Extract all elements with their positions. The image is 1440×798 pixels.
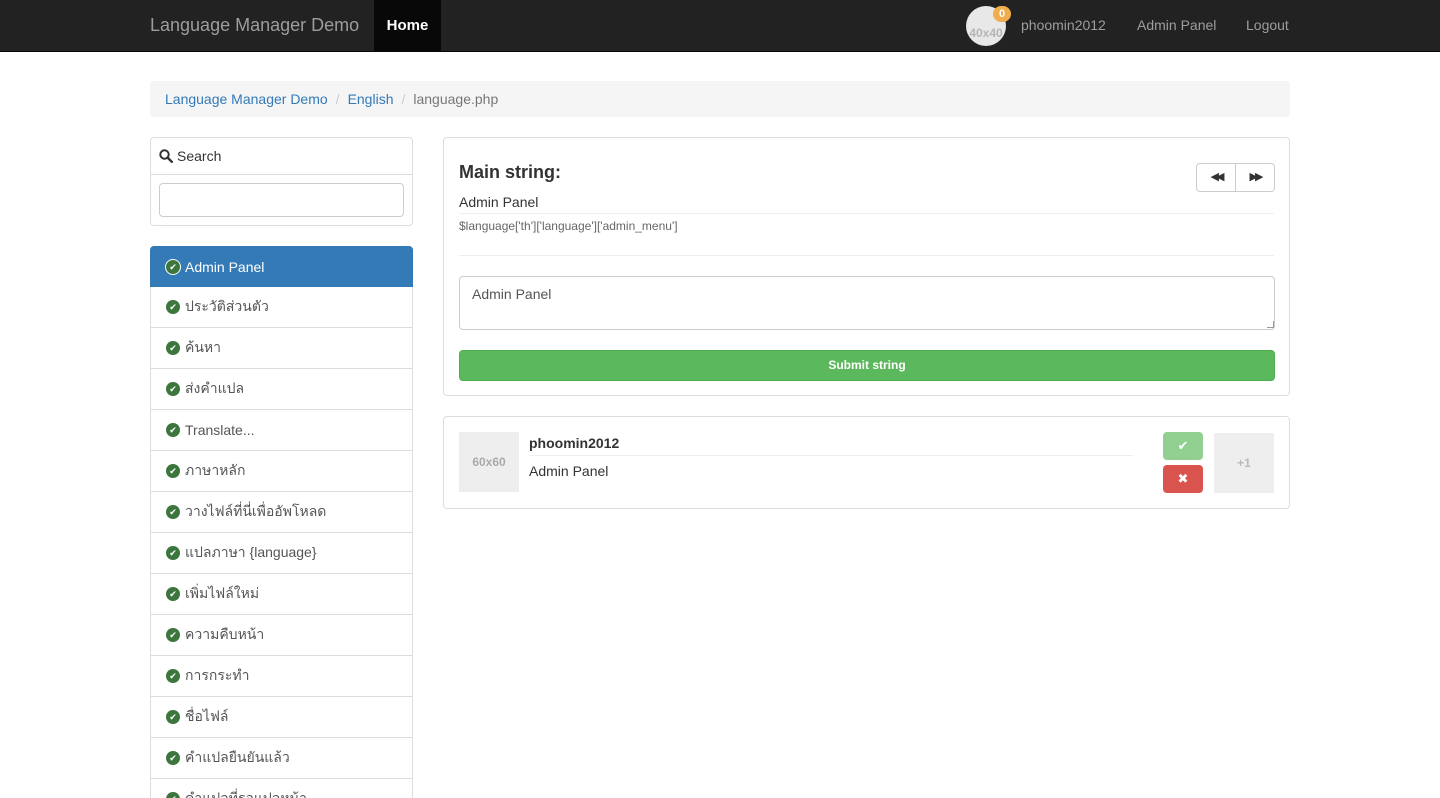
check-circle-icon: ✔ <box>166 669 180 683</box>
nav-logout[interactable]: Logout <box>1246 0 1289 51</box>
list-item[interactable]: ✔ ชื่อไฟล์ <box>150 697 413 738</box>
check-circle-icon: ✔ <box>166 423 180 437</box>
breadcrumb-item-project[interactable]: Language Manager Demo <box>165 91 328 107</box>
list-item[interactable]: ✔ คำแปลที่รอแปลหน้า <box>150 779 413 798</box>
translation-textarea[interactable]: Admin Panel <box>459 276 1275 330</box>
list-item[interactable]: ✔ การกระทำ <box>150 656 413 697</box>
list-item-label: วางไฟล์ที่นี่เพื่ออัพโหลด <box>185 503 327 519</box>
breadcrumb: Language Manager Demo / English / language.p… <box>150 81 1290 117</box>
list-item-label: คำแปลที่รอแปลหน้า <box>185 790 308 798</box>
divider <box>459 213 1274 214</box>
list-item-label: ประวัติส่วนตัว <box>185 298 269 314</box>
accept-suggestion-button[interactable]: ✔ <box>1163 432 1203 460</box>
list-item[interactable]: ✔ คำแปลยืนยันแล้ว <box>150 738 413 779</box>
previous-string-button[interactable]: ◀◀ <box>1196 163 1236 192</box>
string-list: ✔ Admin Panel ✔ ประวัติส่วนตัว ✔ ค้นหา ✔ ส่งคำแ… <box>150 246 413 798</box>
breadcrumb-item-language[interactable]: English <box>348 91 394 107</box>
main-string-panel: Main string: ◀◀ ▶▶ Admin Panel $language… <box>443 137 1290 396</box>
next-string-button[interactable]: ▶▶ <box>1236 163 1275 192</box>
list-item[interactable]: ✔ วางไฟล์ที่นี่เพื่ออัพโหลด <box>150 492 413 533</box>
check-circle-icon: ✔ <box>166 259 180 274</box>
suggestion-text: Admin Panel <box>529 463 609 479</box>
reject-suggestion-button[interactable]: ✖ <box>1163 465 1203 493</box>
list-item-label: การกระทำ <box>185 667 250 683</box>
suggestion-avatar: 60x60 <box>459 432 519 492</box>
close-icon: ✖ <box>1177 471 1189 486</box>
brand-link[interactable]: Language Manager Demo <box>150 0 359 51</box>
list-item[interactable]: ✔ ค้นหา <box>150 328 413 369</box>
string-navigation: ◀◀ ▶▶ <box>1196 163 1275 192</box>
divider <box>529 455 1133 456</box>
forward-icon: ▶▶ <box>1249 171 1264 183</box>
suggestion-username: phoomin2012 <box>529 435 620 451</box>
list-item[interactable]: ✔ ประวัติส่วนตัว <box>150 287 413 328</box>
suggestion-panel: 60x60 phoomin2012 Admin Panel ✔ ✖ +1 <box>443 416 1290 509</box>
check-circle-icon: ✔ <box>166 546 180 560</box>
divider <box>459 255 1274 256</box>
list-item-label: ส่งคำแปล <box>185 380 245 396</box>
main-string-title: Main string: <box>459 162 561 182</box>
list-item[interactable]: ✔ Admin Panel <box>150 246 413 287</box>
breadcrumb-current: language.php <box>413 91 499 107</box>
nav-username[interactable]: phoomin2012 <box>1021 0 1106 51</box>
list-item-label: Translate... <box>185 422 255 438</box>
check-circle-icon: ✔ <box>166 464 180 478</box>
list-item[interactable]: ✔ ส่งคำแปล <box>150 369 413 410</box>
list-item-label: ความคืบหน้า <box>185 626 265 642</box>
nav-admin-panel[interactable]: Admin Panel <box>1137 0 1216 51</box>
notification-badge: 0 <box>993 6 1011 22</box>
check-circle-icon: ✔ <box>166 505 180 519</box>
search-title: Search <box>177 147 222 164</box>
check-circle-icon: ✔ <box>166 300 180 314</box>
breadcrumb-separator: / <box>335 91 340 107</box>
nav-home[interactable]: Home <box>374 0 441 51</box>
check-circle-icon: ✔ <box>166 341 180 355</box>
check-circle-icon: ✔ <box>166 628 180 642</box>
list-item-label: แปลภาษา {language} <box>185 544 317 560</box>
list-item-label: เพิ่มไฟล์ใหม่ <box>185 585 260 601</box>
check-circle-icon: ✔ <box>166 587 180 601</box>
search-input[interactable] <box>159 183 404 217</box>
search-panel: Search <box>150 137 413 226</box>
backward-icon: ◀◀ <box>1210 171 1225 183</box>
textarea-resize-handle[interactable] <box>1267 321 1274 328</box>
list-item[interactable]: ✔ เพิ่มไฟล์ใหม่ <box>150 574 413 615</box>
list-item[interactable]: ✔ ความคืบหน้า <box>150 615 413 656</box>
submit-string-button[interactable]: Submit string <box>459 350 1275 381</box>
check-circle-icon: ✔ <box>166 710 180 724</box>
breadcrumb-separator: / <box>401 91 406 107</box>
check-icon: ✔ <box>1177 438 1189 453</box>
list-item-label: Admin Panel <box>185 258 265 275</box>
navbar: Language Manager Demo Home 40x40 0 phoom… <box>0 0 1440 52</box>
check-circle-icon: ✔ <box>166 382 180 396</box>
list-item[interactable]: ✔ Translate... <box>150 410 413 451</box>
search-icon <box>159 149 173 163</box>
list-item[interactable]: ✔ ภาษาหลัก <box>150 451 413 492</box>
main-string-text: Admin Panel <box>459 194 539 210</box>
vote-button[interactable]: +1 <box>1214 433 1274 493</box>
search-heading: Search <box>151 138 412 175</box>
list-item-label: คำแปลยืนยันแล้ว <box>185 749 290 765</box>
list-item[interactable]: ✔ แปลภาษา {language} <box>150 533 413 574</box>
list-item-label: ภาษาหลัก <box>185 462 246 478</box>
string-key: $language['th']['language']['admin_menu'… <box>459 219 678 233</box>
check-circle-icon: ✔ <box>166 792 180 798</box>
list-item-label: ชื่อไฟล์ <box>185 708 229 724</box>
list-item-label: ค้นหา <box>185 339 222 355</box>
check-circle-icon: ✔ <box>166 751 180 765</box>
